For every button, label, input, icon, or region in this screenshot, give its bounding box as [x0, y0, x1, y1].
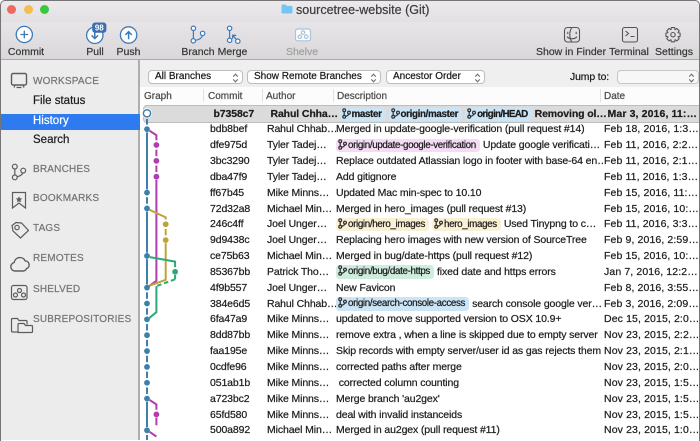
- svg-text:98: 98: [95, 23, 104, 32]
